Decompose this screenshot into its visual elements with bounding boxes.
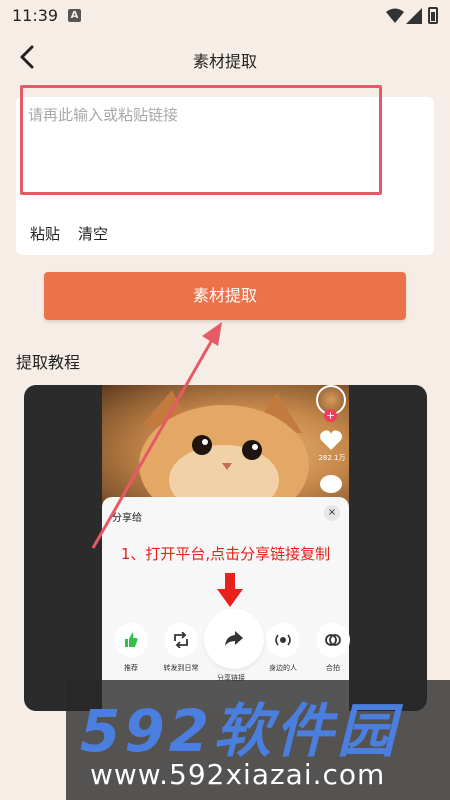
status-time: 11:39 xyxy=(12,6,59,25)
watermark-logo: 592软件园 xyxy=(80,697,400,765)
thumbs-up-icon xyxy=(114,623,148,657)
instruction-text: 1、打开平台,点击分享链接复制 xyxy=(120,545,331,563)
comment-icon xyxy=(320,475,342,493)
share-item-label: 身边的人 xyxy=(269,664,297,672)
share-item-duet: 合拍 xyxy=(308,623,358,673)
wifi-icon xyxy=(386,8,404,23)
video-side-actions: + 282.1万 xyxy=(314,385,350,505)
cat-photo xyxy=(102,385,349,505)
watermark-url: www.592xiazai.com xyxy=(90,758,386,791)
like-count: 282.1万 xyxy=(318,454,346,462)
heart-icon xyxy=(320,430,342,450)
red-down-arrow-icon xyxy=(217,573,243,607)
paste-button[interactable]: 粘贴 xyxy=(30,223,60,244)
share-item-recommend: 推荐 xyxy=(106,623,156,673)
share-item-nearby: 身边的人 xyxy=(258,623,308,673)
link-input[interactable] xyxy=(20,85,382,195)
cat-face-icon xyxy=(139,390,309,505)
tutorial-heading: 提取教程 xyxy=(16,353,81,372)
follow-plus-icon: + xyxy=(324,409,337,422)
duet-icon xyxy=(316,623,350,657)
close-icon: × xyxy=(324,505,340,521)
share-sheet-title: 分享给 xyxy=(112,513,142,524)
share-item-label: 推荐 xyxy=(124,664,138,672)
share-item-label: 转发到日常 xyxy=(163,664,199,672)
share-sheet: 分享给 × 1、打开平台,点击分享链接复制 推荐 转发到日常 分享链接 身边的人… xyxy=(102,497,350,711)
page-title: 素材提取 xyxy=(192,52,257,71)
share-item-share-link: 分享链接 xyxy=(206,611,262,683)
watermark: 592软件园 www.592xiazai.com xyxy=(66,680,450,800)
nav-bar: 素材提取 xyxy=(0,40,450,76)
repost-icon xyxy=(164,623,198,657)
battery-icon xyxy=(428,7,438,24)
tutorial-image: + 282.1万 分享给 × 1、打开平台,点击分享链接复制 推荐 转发到日常 xyxy=(24,385,427,711)
notification-icon: A xyxy=(68,9,81,22)
share-item-repost: 转发到日常 xyxy=(156,623,206,673)
share-item-label: 合拍 xyxy=(326,664,340,672)
nearby-icon xyxy=(266,623,300,657)
extract-button[interactable]: 素材提取 xyxy=(44,272,406,320)
status-bar: 11:39 A xyxy=(0,0,450,32)
link-input-card: 粘贴 清空 xyxy=(16,85,434,255)
clear-button[interactable]: 清空 xyxy=(78,223,108,244)
signal-icon xyxy=(406,8,422,24)
share-arrow-icon xyxy=(206,611,262,667)
